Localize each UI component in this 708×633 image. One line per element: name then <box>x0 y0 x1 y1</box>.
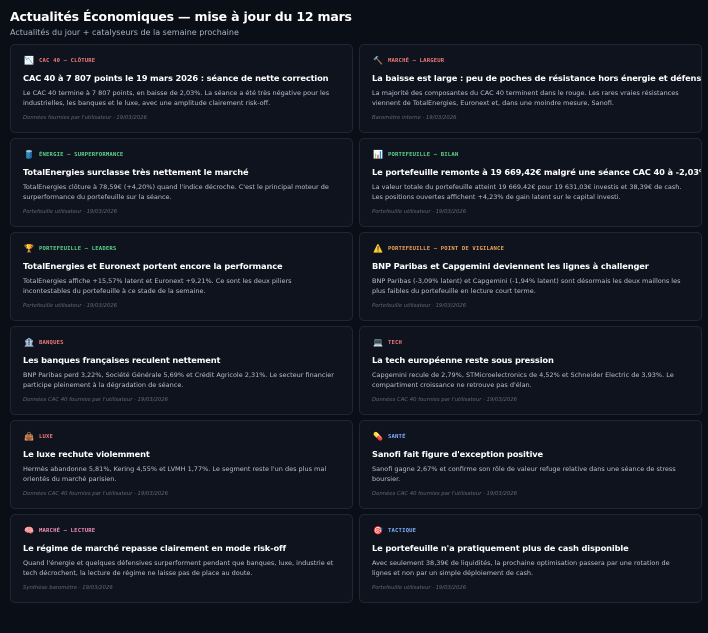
bank-icon: 🏦 <box>24 338 34 347</box>
card-tag-label: BANQUES <box>39 339 64 346</box>
card-tag: 💊 SANTÉ <box>372 431 689 442</box>
news-card-11[interactable]: 🧠 MARCHÉ — LECTURE Le régime de marché r… <box>10 514 353 603</box>
card-source: Baromètre interne · 19/03/2026 <box>372 115 457 121</box>
card-source: Portefeuille utilisateur · 19/03/2026 <box>23 303 118 309</box>
card-text: La majorité des composantes du CAC 40 te… <box>372 89 679 107</box>
bar-chart-icon: 📊 <box>373 150 383 159</box>
card-source: Synthèse baromètre · 19/03/2026 <box>23 585 113 591</box>
card-text: Avec seulement 38,39€ de liquidités, la … <box>372 559 670 577</box>
news-card-4[interactable]: 📊 PORTEFEUILLE — BILAN Le portefeuille r… <box>359 138 702 227</box>
card-text: La valeur totale du portefeuille atteint… <box>372 183 682 201</box>
card-title: TotalEnergies et Euronext portent encore… <box>23 261 283 271</box>
news-card-3[interactable]: 🛢️ ÉNERGIE — SURPERFORMANCE TotalEnergie… <box>10 138 353 227</box>
card-tag-label: ÉNERGIE — SURPERFORMANCE <box>39 151 124 158</box>
card-source: Portefeuille utilisateur · 19/03/2026 <box>372 585 467 591</box>
card-tag: 👜 LUXE <box>23 431 340 442</box>
card-text: BNP Paribas (-3,09% latent) et Capgemini… <box>372 277 681 295</box>
card-tag: 🔨 MARCHÉ — LARGEUR <box>372 55 689 66</box>
news-card-9[interactable]: 👜 LUXE Le luxe rechute violemment Hermès… <box>10 420 353 509</box>
card-title: CAC 40 à 7 807 points le 19 mars 2026 : … <box>23 73 329 83</box>
card-title: Le régime de marché repasse clairement e… <box>23 543 286 553</box>
card-source: Données fournies par l'utilisateur · 19/… <box>23 115 147 121</box>
card-tag-label: TACTIQUE <box>388 527 417 534</box>
card-source: Données CAC 40 fournies par l'utilisateu… <box>23 491 168 497</box>
card-tag-label: CAC 40 — CLÔTURE <box>39 57 96 64</box>
news-card-8[interactable]: 💻 TECH La tech européenne reste sous pre… <box>359 326 702 415</box>
card-tag-label: TECH <box>388 339 403 346</box>
page-title: Actualités Économiques — mise à jour du … <box>10 9 352 24</box>
card-tag-label: PORTEFEUILLE — LEADERS <box>39 245 117 252</box>
page-subtitle: Actualités du jour + catalyseurs de la s… <box>10 28 239 37</box>
news-card-10[interactable]: 💊 SANTÉ Sanofi fait figure d'exception p… <box>359 420 702 509</box>
handbag-icon: 👜 <box>24 432 34 441</box>
card-tag: 📉 CAC 40 — CLÔTURE <box>23 55 340 66</box>
news-card-7[interactable]: 🏦 BANQUES Les banques françaises reculen… <box>10 326 353 415</box>
hammer-icon: 🔨 <box>373 56 383 65</box>
card-title: La tech européenne reste sous pression <box>372 355 554 365</box>
target-icon: 🎯 <box>373 526 383 535</box>
card-text: BNP Paribas perd 3,22%, Société Générale… <box>23 371 334 389</box>
oil-barrel-icon: 🛢️ <box>24 150 34 159</box>
card-tag-label: PORTEFEUILLE — POINT DE VIGILANCE <box>388 245 505 252</box>
pill-icon: 💊 <box>373 432 383 441</box>
card-source: Données CAC 40 fournies par l'utilisateu… <box>23 397 168 403</box>
card-text: Hermès abandonne 5,81%, Kering 4,55% et … <box>23 465 327 483</box>
card-tag: 🏆 PORTEFEUILLE — LEADERS <box>23 243 340 254</box>
brain-icon: 🧠 <box>24 526 34 535</box>
laptop-icon: 💻 <box>373 338 383 347</box>
card-tag: 🎯 TACTIQUE <box>372 525 689 536</box>
card-tag: 🏦 BANQUES <box>23 337 340 348</box>
card-tag: 🛢️ ÉNERGIE — SURPERFORMANCE <box>23 149 340 160</box>
news-card-1[interactable]: 📉 CAC 40 — CLÔTURE CAC 40 à 7 807 points… <box>10 44 353 133</box>
news-card-12[interactable]: 🎯 TACTIQUE Le portefeuille n'a pratiquem… <box>359 514 702 603</box>
card-source: Données CAC 40 fournies par l'utilisateu… <box>372 491 517 497</box>
card-title: Le portefeuille remonte à 19 669,42€ mal… <box>372 167 702 177</box>
card-title: BNP Paribas et Capgemini deviennent les … <box>372 261 649 271</box>
card-title: Sanofi fait figure d'exception positive <box>372 449 544 459</box>
trophy-icon: 🏆 <box>24 244 34 253</box>
card-title: La baisse est large : peu de poches de r… <box>372 73 702 83</box>
news-page: Actualités Économiques — mise à jour du … <box>0 0 708 633</box>
card-title: TotalEnergies surclasse très nettement l… <box>23 167 249 177</box>
card-title: Le portefeuille n'a pratiquement plus de… <box>372 543 629 553</box>
card-text: TotalEnergies affiche +15,57% latent et … <box>23 277 292 295</box>
card-source: Portefeuille utilisateur · 19/03/2026 <box>372 303 467 309</box>
card-text: Capgemini recule de 2,79%, STMicroelectr… <box>372 371 674 389</box>
news-card-grid: 📉 CAC 40 — CLÔTURE CAC 40 à 7 807 points… <box>10 44 702 603</box>
warning-icon: ⚠️ <box>373 244 383 253</box>
card-tag: 💻 TECH <box>372 337 689 348</box>
card-source: Portefeuille utilisateur · 19/03/2026 <box>372 209 467 215</box>
card-text: Le CAC 40 termine à 7 807 points, en bai… <box>23 89 330 107</box>
card-tag: 📊 PORTEFEUILLE — BILAN <box>372 149 689 160</box>
card-source: Données CAC 40 fournies par l'utilisateu… <box>372 397 517 403</box>
news-card-6[interactable]: ⚠️ PORTEFEUILLE — POINT DE VIGILANCE BNP… <box>359 232 702 321</box>
card-text: Quand l'énergie et quelques défensives s… <box>23 559 334 577</box>
card-tag-label: LUXE <box>39 433 54 440</box>
news-card-5[interactable]: 🏆 PORTEFEUILLE — LEADERS TotalEnergies e… <box>10 232 353 321</box>
news-card-2[interactable]: 🔨 MARCHÉ — LARGEUR La baisse est large :… <box>359 44 702 133</box>
card-title: Le luxe rechute violemment <box>23 449 150 459</box>
card-text: Sanofi gagne 2,67% et confirme son rôle … <box>372 465 676 483</box>
card-text: TotalEnergies clôture à 78,59€ (+4,20%) … <box>23 183 329 201</box>
card-tag-label: MARCHÉ — LECTURE <box>39 527 96 534</box>
card-tag: ⚠️ PORTEFEUILLE — POINT DE VIGILANCE <box>372 243 689 254</box>
card-tag: 🧠 MARCHÉ — LECTURE <box>23 525 340 536</box>
card-tag-label: MARCHÉ — LARGEUR <box>388 57 445 64</box>
card-tag-label: SANTÉ <box>388 433 406 440</box>
card-tag-label: PORTEFEUILLE — BILAN <box>388 151 459 158</box>
card-title: Les banques françaises reculent nettemen… <box>23 355 221 365</box>
card-source: Portefeuille utilisateur · 19/03/2026 <box>23 209 118 215</box>
chart-down-icon: 📉 <box>24 56 34 65</box>
